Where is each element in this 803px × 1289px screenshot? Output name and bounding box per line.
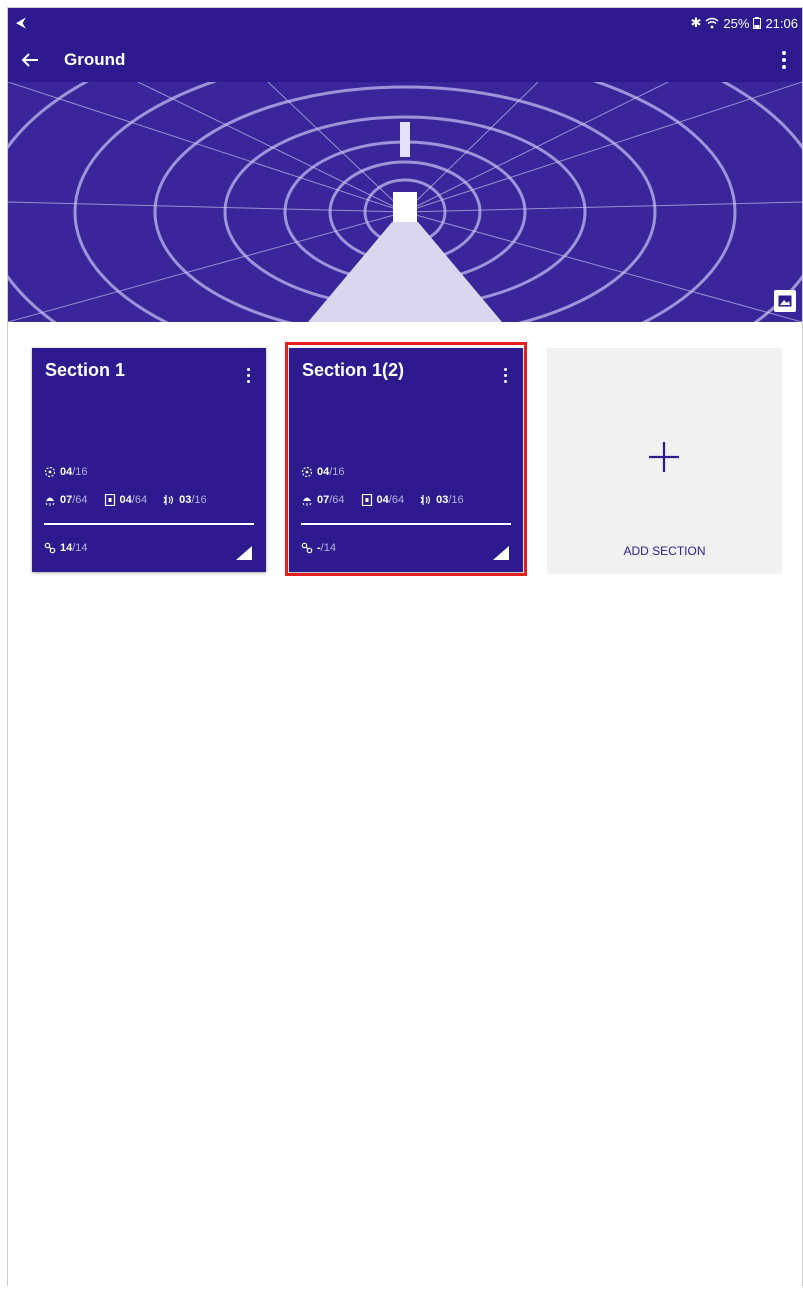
- keypad-icon: [361, 494, 372, 506]
- repeater-icon: [420, 495, 431, 505]
- arrow-left-icon: [21, 53, 38, 67]
- app-bar: Ground: [8, 38, 802, 82]
- keypad-count: 04/64: [104, 494, 147, 506]
- siren-count: 07/64: [301, 494, 345, 506]
- divider: [44, 523, 254, 525]
- app-window: ⮜ ✱ 25% 21:06 Ground Section 1 04 /16 07…: [7, 7, 803, 1286]
- section-card[interactable]: Section 1(2) 04/16 07/64 04/64 03 /16 - …: [289, 348, 523, 572]
- link-icon: [44, 542, 56, 554]
- link-count: -/14: [301, 542, 336, 554]
- sensor-icon: [44, 466, 56, 478]
- signal-strength-icon: [493, 546, 509, 560]
- back-button[interactable]: [14, 44, 46, 76]
- plus-icon: [649, 442, 679, 472]
- overflow-menu-button[interactable]: [772, 44, 796, 76]
- navigation-arrow-icon: ⮜: [16, 14, 26, 30]
- status-bar: ⮜ ✱ 25% 21:06: [8, 8, 802, 38]
- bluetooth-icon: ✱: [690, 15, 702, 30]
- tunnel-illustration: [8, 82, 802, 322]
- add-section-label: ADD SECTION: [623, 544, 706, 558]
- link-count: 14/14: [44, 542, 88, 554]
- section-menu-button[interactable]: [495, 362, 515, 388]
- change-image-button[interactable]: [774, 290, 796, 312]
- link-icon: [301, 542, 313, 554]
- battery-icon: [753, 17, 762, 29]
- more-vert-icon: [503, 367, 507, 383]
- keypad-count: 04/64: [361, 494, 404, 506]
- repeater-icon: [163, 495, 174, 505]
- siren-count: 07/64: [44, 494, 88, 506]
- more-vert-icon: [246, 367, 250, 383]
- device-counts: 07/64 04/64 03/16: [301, 494, 480, 506]
- signal-strength-icon: [236, 546, 252, 560]
- device-counts: 07/64 04/64 03/16: [44, 494, 223, 506]
- wifi-icon: [705, 17, 719, 29]
- repeater-count: 03/16: [420, 494, 464, 506]
- siren-icon: [45, 497, 55, 506]
- section-card[interactable]: Section 1 04/16 07/64 04/64 03 /16 14 /1…: [32, 348, 266, 572]
- page-title: Ground: [64, 50, 126, 69]
- image-icon: [778, 295, 792, 307]
- more-vert-icon: [782, 51, 786, 69]
- sensor-icon: [301, 466, 313, 478]
- hero-image: [8, 82, 802, 322]
- siren-icon: [302, 497, 312, 506]
- clock: 21:06: [765, 15, 798, 31]
- sensor-count: 04/16: [44, 466, 88, 478]
- section-menu-button[interactable]: [238, 362, 258, 388]
- keypad-icon: [104, 494, 115, 506]
- section-title: Section 1: [45, 360, 126, 380]
- battery-percent: 25%: [723, 15, 750, 31]
- sensor-count: 04/16: [301, 466, 345, 478]
- status-indicators: ✱ 25% 21:06: [691, 15, 798, 31]
- add-section-button[interactable]: ADD SECTION: [547, 348, 782, 574]
- section-title: Section 1(2): [302, 360, 405, 380]
- divider: [301, 523, 511, 525]
- repeater-count: 03/16: [163, 494, 207, 506]
